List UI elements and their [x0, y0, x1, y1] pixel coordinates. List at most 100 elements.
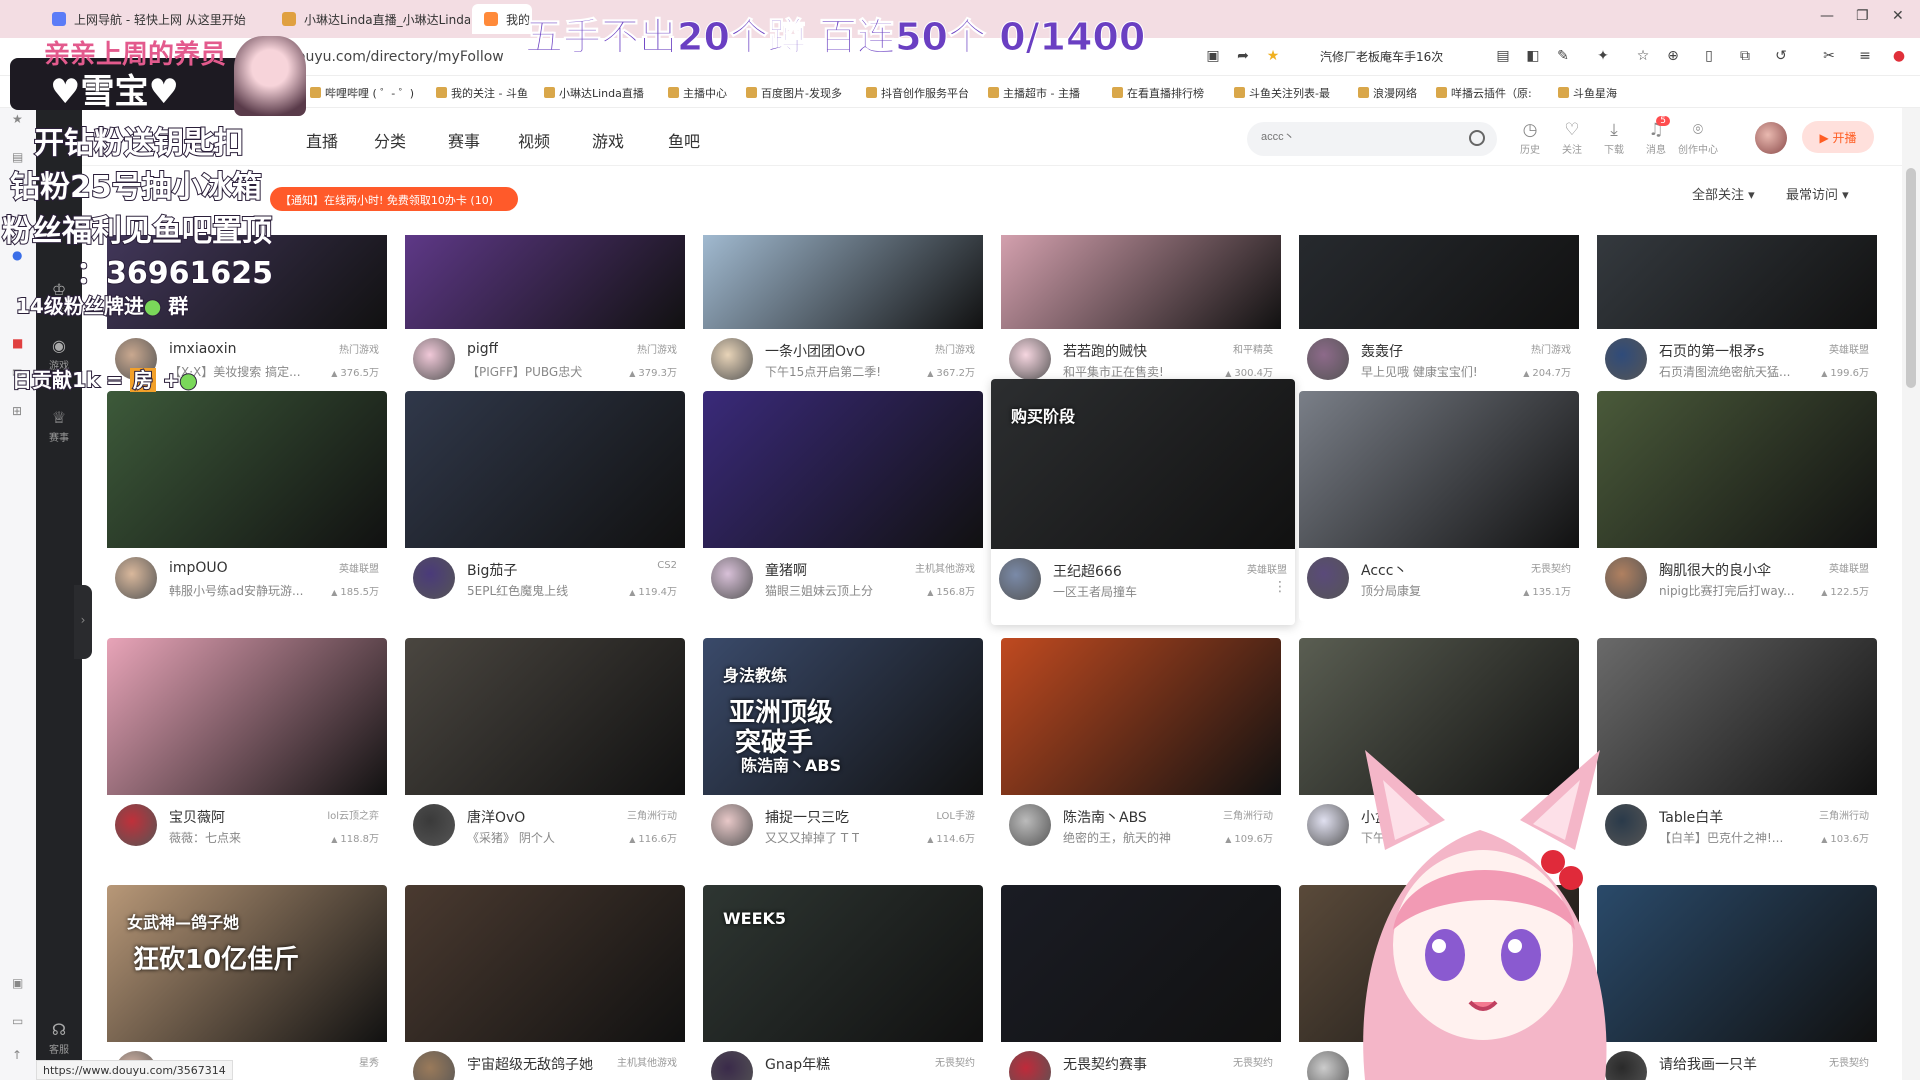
room-thumbnail[interactable]: 女武神—鸽子她 狂砍10亿佳斤 — [107, 885, 387, 1042]
room-thumbnail[interactable] — [703, 391, 983, 548]
avatar[interactable] — [413, 1051, 455, 1080]
sidebar-item-service[interactable]: ☊ 客服 — [36, 1020, 82, 1056]
follow-button[interactable]: ♡ 关注 — [1552, 120, 1592, 156]
room-thumbnail[interactable] — [1299, 235, 1579, 329]
page-scrollbar[interactable] — [1902, 108, 1920, 1080]
browser-tab-3[interactable]: 我的 — [472, 4, 532, 34]
room-thumbnail[interactable] — [405, 885, 685, 1042]
browser-tab-1[interactable]: 上网导航 - 轻快上网 从这里开始 — [40, 4, 270, 34]
recent-visit-filter[interactable]: 最常访问 ▾ — [1786, 184, 1849, 203]
room-card[interactable]: Table白羊 三角洲行动【白羊】巴克什之神!... 103.6万 — [1597, 638, 1877, 868]
room-category[interactable]: 无畏契约 — [1531, 560, 1571, 575]
room-card[interactable]: 轰轰仔 热门游戏早上见哦 健康宝宝们! 204.7万 — [1299, 235, 1579, 402]
bookmark-item[interactable]: 抖音创作服务平台 — [866, 85, 969, 101]
avatar[interactable] — [1009, 1051, 1051, 1080]
streamer-name[interactable]: pigff — [467, 341, 498, 357]
screen-icon[interactable]: ▣ — [12, 976, 26, 990]
room-card[interactable]: 宝贝薇阿 lol云顶之弈薇薇：七点来 118.8万 — [107, 638, 387, 868]
share-icon[interactable]: ➦ — [1234, 48, 1252, 66]
avatar[interactable] — [1605, 557, 1647, 599]
avatar[interactable] — [711, 338, 753, 380]
room-card[interactable]: 若若跑的贼快 和平精英和平集市正在售卖! 300.4万 — [1001, 235, 1281, 402]
room-thumbnail[interactable] — [1597, 391, 1877, 548]
room-category[interactable]: 热门游戏 — [637, 341, 677, 356]
bookmark-item[interactable]: 斗鱼星海 — [1558, 85, 1617, 101]
favorites-icon[interactable]: ☆ — [1634, 48, 1652, 66]
room-card[interactable]: 胸肌很大的良小伞 英雄联盟 nipig比赛打完后打way... 122.5万 — [1597, 391, 1877, 621]
download-button[interactable]: ⤓ 下载 — [1594, 120, 1634, 156]
streamer-name[interactable]: 轰轰仔 — [1361, 341, 1403, 361]
room-category[interactable]: 英雄联盟 — [1829, 341, 1869, 356]
avatar[interactable] — [711, 557, 753, 599]
close-icon[interactable]: ✕ — [1892, 8, 1904, 24]
streamer-name[interactable]: 胸肌很大的良小伞 — [1659, 560, 1771, 580]
room-thumbnail[interactable] — [405, 391, 685, 548]
room-thumbnail[interactable] — [1597, 638, 1877, 795]
scissors-icon[interactable]: ✂ — [1820, 48, 1838, 66]
streamer-name[interactable]: imxiaoxin — [169, 341, 236, 357]
avatar[interactable] — [413, 557, 455, 599]
streamer-name[interactable]: 捕捉一只三吃 — [765, 807, 849, 827]
room-card[interactable]: 正在营业一条小团团OvO 热门游戏下午15点开启第二季! 367.2万 — [703, 235, 983, 402]
streamer-name[interactable]: 请给我画一只羊 — [1659, 1054, 1757, 1074]
search-icon[interactable] — [1469, 130, 1485, 146]
room-thumbnail[interactable]: 购买阶段 — [991, 379, 1295, 549]
room-category[interactable]: 无畏契约 — [935, 1054, 975, 1069]
nav-live[interactable]: 直播 — [306, 128, 338, 152]
streamer-name[interactable]: 一条小团团OvO — [765, 341, 865, 361]
bookmark-item[interactable]: 我的关注 - 斗鱼 — [436, 85, 528, 101]
room-category[interactable]: lol云顶之弈 — [327, 807, 379, 822]
plus-icon[interactable]: ⊞ — [12, 404, 26, 418]
account-icon[interactable]: ● — [1890, 48, 1908, 66]
room-card[interactable]: WEEK5 Gnap年糕 无畏契约 — [703, 885, 983, 1080]
bookmark-item[interactable]: 咩播云插件（原: — [1436, 85, 1532, 101]
room-thumbnail[interactable]: 身法教练 亚洲顶级 突破手 陈浩南丶ABS — [703, 638, 983, 795]
avatar[interactable] — [1307, 557, 1349, 599]
avatar[interactable] — [711, 1051, 753, 1080]
streamer-name[interactable]: 陈浩南丶ABS — [1063, 807, 1147, 827]
room-card[interactable]: 直播间：2222 pigff 热门游戏【PIGFF】PUBG忠犬 379.3万 — [405, 235, 685, 402]
streamer-name[interactable]: Accc丶 — [1361, 560, 1407, 580]
room-category[interactable]: CS2 — [657, 560, 677, 571]
avatar[interactable] — [115, 557, 157, 599]
message-button[interactable]: ♫ 消息 5 — [1636, 116, 1676, 156]
room-card[interactable]: 购买阶段 王纪超666 英雄联盟 一区王者局撞车 ⋮ — [991, 379, 1295, 625]
streamer-name[interactable]: 石页的第一根矛s — [1659, 341, 1764, 361]
streamer-name[interactable]: Gnap年糕 — [765, 1054, 830, 1074]
room-card[interactable]: 女武神—鸽子她 狂砍10亿佳斤 星秀 — [107, 885, 387, 1080]
maximize-icon[interactable]: ❐ — [1856, 8, 1869, 24]
puzzle-icon[interactable]: ✦ — [1594, 48, 1612, 66]
menu-icon[interactable]: ≡ — [1856, 48, 1874, 66]
pen-icon[interactable]: ✎ — [1554, 48, 1572, 66]
more-options-icon[interactable]: ⋮ — [1273, 579, 1287, 595]
search-engine-icon[interactable]: ● — [12, 248, 26, 262]
room-category[interactable]: 无畏契约 — [1233, 1054, 1273, 1069]
room-category[interactable]: 英雄联盟 — [1829, 560, 1869, 575]
bookmark-item[interactable]: 小琳达Linda直播 — [544, 85, 644, 101]
bag-icon[interactable]: ▭ — [12, 1014, 26, 1028]
room-thumbnail[interactable] — [1001, 885, 1281, 1042]
phone-icon[interactable]: ▯ — [1700, 48, 1718, 66]
room-category[interactable]: 主机其他游戏 — [915, 560, 975, 575]
room-category[interactable]: 热门游戏 — [935, 341, 975, 356]
app-icon[interactable]: ■ — [12, 336, 26, 350]
streamer-name[interactable]: 宇宙超级无敌鸽子她 — [467, 1054, 593, 1074]
room-thumbnail[interactable] — [107, 638, 387, 795]
history-button[interactable]: ◷ 历史 — [1510, 120, 1550, 156]
room-card[interactable]: 石页的第一根矛s 英雄联盟石页清图流绝密航天猛... 199.6万 — [1597, 235, 1877, 402]
room-category[interactable]: 热门游戏 — [339, 341, 379, 356]
room-category[interactable]: 主机其他游戏 — [617, 1054, 677, 1069]
streamer-name[interactable]: 童猪啊 — [765, 560, 807, 580]
nav-category[interactable]: 分类 — [374, 128, 406, 152]
sidebar-expand-button[interactable]: › — [74, 585, 92, 659]
streamer-name[interactable]: impOUO — [169, 560, 228, 576]
browser-tab-2[interactable]: 小琳达Linda直播_小琳达Linda直 — [270, 4, 470, 34]
room-card[interactable]: Accc丶 无畏契约顶分局康复 135.1万 — [1299, 391, 1579, 621]
search-input[interactable] — [1261, 131, 1461, 143]
bookmark-item[interactable]: 在看直播排行榜 — [1112, 85, 1204, 101]
streamer-name[interactable]: 唐洋OvO — [467, 807, 525, 827]
avatar[interactable] — [413, 804, 455, 846]
up-icon[interactable]: ↑ — [12, 1048, 26, 1062]
streamer-name[interactable]: Big茄子 — [467, 560, 517, 580]
room-card[interactable]: Big茄子 CS2 5EPL红色魔鬼上线 119.4万 — [405, 391, 685, 621]
